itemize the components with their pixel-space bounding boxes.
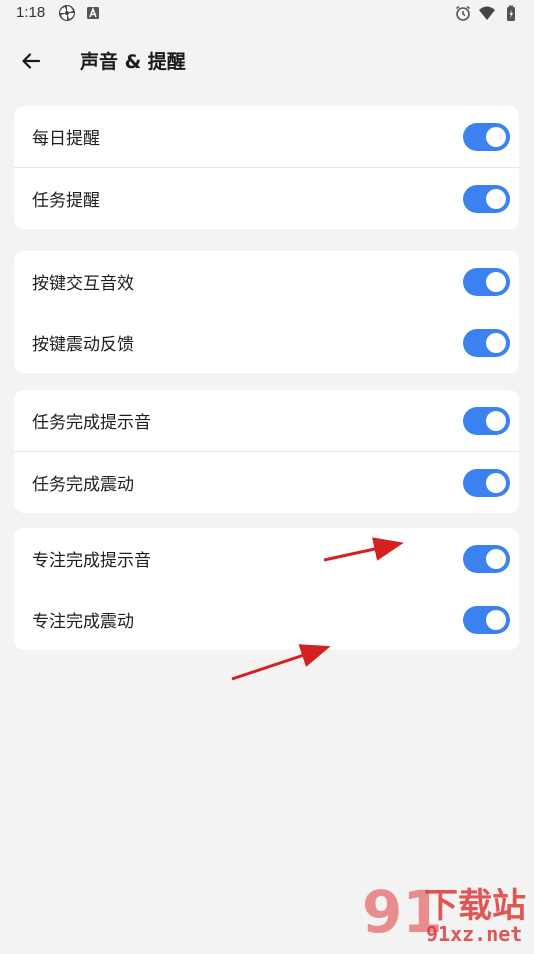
toggle-focus-complete-sound[interactable] xyxy=(463,544,510,573)
watermark: 91 下载站 91xz.net xyxy=(360,870,530,950)
setting-label: 任务提醒 xyxy=(32,191,100,211)
battery-icon xyxy=(507,5,515,21)
setting-row-focus-complete-sound[interactable]: 专注完成提示音 xyxy=(14,528,519,589)
app-a-icon xyxy=(87,6,99,19)
watermark-brand: 下载站 xyxy=(424,886,526,926)
setting-label: 专注完成震动 xyxy=(32,612,134,632)
pinwheel-icon xyxy=(59,5,75,21)
toggle-knob xyxy=(486,126,506,147)
setting-row-key-vibration[interactable]: 按键震动反馈 xyxy=(14,312,519,373)
toggle-task-complete-vibration[interactable] xyxy=(463,468,510,497)
settings-group-key-feedback: 按键交互音效 按键震动反馈 xyxy=(14,251,519,373)
toggle-knob xyxy=(486,188,506,209)
toggle-knob xyxy=(486,332,506,353)
toggle-task-reminder[interactable] xyxy=(463,184,510,213)
setting-label: 任务完成提示音 xyxy=(32,413,151,433)
setting-row-daily-reminder[interactable]: 每日提醒 xyxy=(14,106,519,167)
toggle-knob xyxy=(486,472,506,493)
setting-label: 按键震动反馈 xyxy=(32,335,134,355)
watermark-domain: 91xz.net xyxy=(426,922,523,946)
setting-row-task-complete-sound[interactable]: 任务完成提示音 xyxy=(14,390,519,451)
toggle-daily-reminder[interactable] xyxy=(463,122,510,151)
status-left-icons xyxy=(58,4,102,22)
setting-label: 任务完成震动 xyxy=(32,475,134,495)
settings-group-focus-complete: 专注完成提示音 专注完成震动 xyxy=(14,528,519,650)
toggle-key-vibration[interactable] xyxy=(463,328,510,357)
status-bar: 1:18 xyxy=(0,0,534,28)
page-title: 声音 & 提醒 xyxy=(80,51,186,73)
toggle-task-complete-sound[interactable] xyxy=(463,406,510,435)
setting-row-task-reminder[interactable]: 任务提醒 xyxy=(14,167,519,229)
toggle-knob xyxy=(486,548,506,569)
setting-label: 每日提醒 xyxy=(32,129,100,149)
setting-label: 按键交互音效 xyxy=(32,274,134,294)
status-right-icons xyxy=(454,4,520,22)
settings-group-reminders: 每日提醒 任务提醒 xyxy=(14,106,519,229)
toggle-knob xyxy=(486,410,506,431)
wifi-icon xyxy=(479,6,495,20)
back-button[interactable] xyxy=(14,44,48,78)
toggle-knob xyxy=(486,609,506,630)
settings-group-task-complete: 任务完成提示音 任务完成震动 xyxy=(14,390,519,513)
toggle-key-sound[interactable] xyxy=(463,267,510,296)
setting-row-key-sound[interactable]: 按键交互音效 xyxy=(14,251,519,312)
app-bar: 声音 & 提醒 xyxy=(0,38,534,82)
alarm-icon xyxy=(456,5,470,21)
toggle-focus-complete-vibration[interactable] xyxy=(463,605,510,634)
toggle-knob xyxy=(486,271,506,292)
setting-row-focus-complete-vibration[interactable]: 专注完成震动 xyxy=(14,589,519,650)
annotation-arrow-2 xyxy=(231,644,331,681)
status-time: 1:18 xyxy=(16,4,46,21)
setting-row-task-complete-vibration[interactable]: 任务完成震动 xyxy=(14,451,519,513)
arrow-left-icon xyxy=(22,53,41,69)
setting-label: 专注完成提示音 xyxy=(32,551,151,571)
